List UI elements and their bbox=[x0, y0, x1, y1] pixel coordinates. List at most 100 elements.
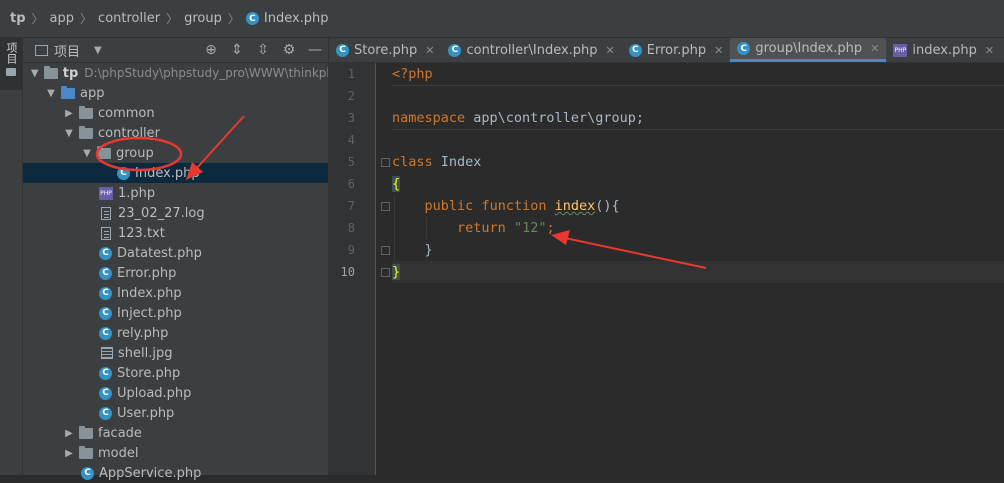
tree-item-app[interactable]: ▼ app bbox=[23, 83, 350, 103]
tool-window-strip: 项目 bbox=[0, 38, 23, 475]
tree-item-label: Store.php bbox=[117, 365, 181, 381]
line-number: 7 bbox=[347, 199, 355, 213]
semicolon: ; bbox=[546, 220, 555, 236]
method-close-brace: } bbox=[424, 242, 433, 258]
project-panel-actions: ⊕ ⇕ ⇳ ⚙ — bbox=[198, 38, 328, 62]
chevron-down-icon[interactable]: ▼ bbox=[29, 68, 40, 79]
indent-guide bbox=[394, 195, 395, 261]
folder-icon bbox=[6, 68, 16, 76]
tab-store[interactable]: C Store.php ✕ bbox=[329, 38, 441, 62]
tree-item-label: group bbox=[116, 145, 154, 161]
tab-label: group\Index.php bbox=[755, 41, 863, 56]
tree-item-label: shell.jpg bbox=[118, 345, 173, 361]
chevron-down-icon[interactable]: ▼ bbox=[94, 45, 102, 56]
chevron-right-icon[interactable]: ▶ bbox=[63, 448, 75, 459]
image-file-icon bbox=[101, 347, 113, 359]
tab-group-index[interactable]: C group\Index.php ✕ bbox=[730, 38, 887, 62]
tab-label: Error.php bbox=[646, 42, 707, 58]
chevron-down-icon[interactable]: ▼ bbox=[81, 148, 93, 159]
php-class-icon: C bbox=[99, 386, 112, 400]
chevron-right-icon: 〉 bbox=[80, 12, 93, 26]
fold-marker-icon[interactable] bbox=[381, 158, 390, 167]
folder-icon bbox=[61, 85, 75, 99]
project-view-icon bbox=[35, 44, 48, 56]
php-class-icon: C bbox=[448, 43, 462, 57]
tree-item-label: model bbox=[98, 445, 139, 461]
tree-item-model[interactable]: ▶ model bbox=[23, 443, 368, 463]
tab-index-lower[interactable]: PHP index.php ✕ bbox=[886, 38, 1001, 62]
fold-marker-icon[interactable] bbox=[381, 246, 390, 255]
tree-item-label: Datatest.php bbox=[117, 245, 202, 261]
line-number: 9 bbox=[347, 243, 355, 257]
tree-item-label: controller bbox=[98, 125, 161, 141]
tree-item-controller[interactable]: ▼ controller bbox=[23, 123, 368, 143]
gear-icon[interactable]: ⚙ bbox=[276, 42, 302, 58]
close-icon[interactable]: ✕ bbox=[425, 44, 434, 57]
locate-file-icon[interactable]: ⊕ bbox=[198, 42, 224, 58]
line-number: 5 bbox=[347, 155, 355, 169]
line-number-gutter[interactable]: 1 2 3 4 5 6 7 8 9 10 bbox=[329, 63, 376, 475]
php-class-icon: C bbox=[99, 246, 112, 260]
project-panel: 项目 ▼ ⊕ ⇕ ⇳ ⚙ — ▼ tp D:\phpStudy\phpstudy… bbox=[23, 38, 422, 481]
tree-root-path: D:\phpStudy\phpstudy_pro\WWW\thinkph bbox=[84, 66, 334, 80]
code-line-10: } bbox=[392, 261, 1004, 283]
expand-all-icon[interactable]: ⇕ bbox=[224, 42, 250, 58]
line-number: 3 bbox=[347, 111, 355, 125]
php-class-icon: C bbox=[81, 466, 94, 480]
close-icon[interactable]: ✕ bbox=[714, 44, 723, 57]
tree-item-common[interactable]: ▶ common bbox=[23, 103, 368, 123]
php-class-icon: C bbox=[245, 12, 259, 25]
tree-item-label: Inject.php bbox=[117, 305, 182, 321]
chevron-right-icon[interactable]: ▶ bbox=[63, 428, 75, 439]
php-class-icon: C bbox=[336, 43, 349, 57]
breadcrumb-file-label: Index.php bbox=[263, 11, 329, 26]
return-keyword: return bbox=[457, 220, 506, 236]
chevron-right-icon[interactable]: ▶ bbox=[63, 108, 75, 119]
php-class-icon: C bbox=[99, 286, 112, 300]
close-icon[interactable]: ✕ bbox=[606, 44, 615, 57]
code-line-7: public function index(){ bbox=[392, 195, 1004, 217]
folder-icon bbox=[79, 105, 93, 119]
tree-item-label: Error.php bbox=[117, 265, 177, 281]
breadcrumb-item-group[interactable]: group bbox=[184, 11, 222, 26]
tab-controller-index[interactable]: C controller\Index.php ✕ bbox=[441, 38, 621, 62]
tree-item-facade[interactable]: ▶ facade bbox=[23, 423, 368, 443]
return-value: "12" bbox=[513, 220, 547, 236]
tree-item-label: Index.php bbox=[117, 285, 182, 301]
code-line-1: <?php bbox=[392, 63, 1004, 86]
class-name: Index bbox=[432, 154, 482, 170]
fold-marker-icon[interactable] bbox=[381, 268, 390, 277]
line-number-current: 10 bbox=[340, 265, 355, 279]
tree-item-root[interactable]: ▼ tp D:\phpStudy\phpstudy_pro\WWW\thinkp… bbox=[23, 63, 334, 83]
collapse-all-icon[interactable]: ⇳ bbox=[250, 42, 276, 58]
php-class-icon: C bbox=[99, 326, 112, 340]
project-panel-toolbar: 项目 ▼ ⊕ ⇕ ⇳ ⚙ — bbox=[23, 38, 328, 63]
project-panel-title[interactable]: 项目 bbox=[54, 41, 80, 60]
tree-item-label: app bbox=[80, 85, 105, 101]
fold-marker-icon[interactable] bbox=[381, 202, 390, 211]
line-number: 8 bbox=[347, 221, 355, 235]
code-line-3: namespace app\controller\group; bbox=[392, 107, 1004, 130]
chevron-down-icon[interactable]: ▼ bbox=[45, 88, 57, 99]
line-number: 6 bbox=[347, 177, 355, 191]
tree-item-label: Upload.php bbox=[117, 385, 192, 401]
php-class-icon: C bbox=[99, 366, 112, 380]
tab-error[interactable]: C Error.php ✕ bbox=[622, 38, 731, 62]
breadcrumb-item-root[interactable]: tp bbox=[10, 11, 26, 26]
project-tool-tab[interactable]: 项目 bbox=[0, 38, 22, 90]
indent-guide bbox=[426, 217, 427, 239]
line-number: 1 bbox=[347, 67, 355, 81]
breadcrumb-item-file[interactable]: C Index.php bbox=[245, 11, 329, 26]
close-icon[interactable]: ✕ bbox=[985, 44, 994, 57]
php-open-tag: <?php bbox=[392, 66, 433, 82]
close-icon[interactable]: ✕ bbox=[870, 42, 879, 55]
editor-tabs: C Store.php ✕ C controller\Index.php ✕ C… bbox=[329, 38, 1004, 63]
breadcrumb-item-controller[interactable]: controller bbox=[98, 11, 160, 26]
tree-item-label: common bbox=[98, 105, 155, 121]
hide-panel-icon[interactable]: — bbox=[302, 42, 328, 58]
php-class-icon: C bbox=[99, 406, 112, 420]
breadcrumb-item-app[interactable]: app bbox=[50, 11, 74, 26]
chevron-down-icon[interactable]: ▼ bbox=[63, 128, 75, 139]
